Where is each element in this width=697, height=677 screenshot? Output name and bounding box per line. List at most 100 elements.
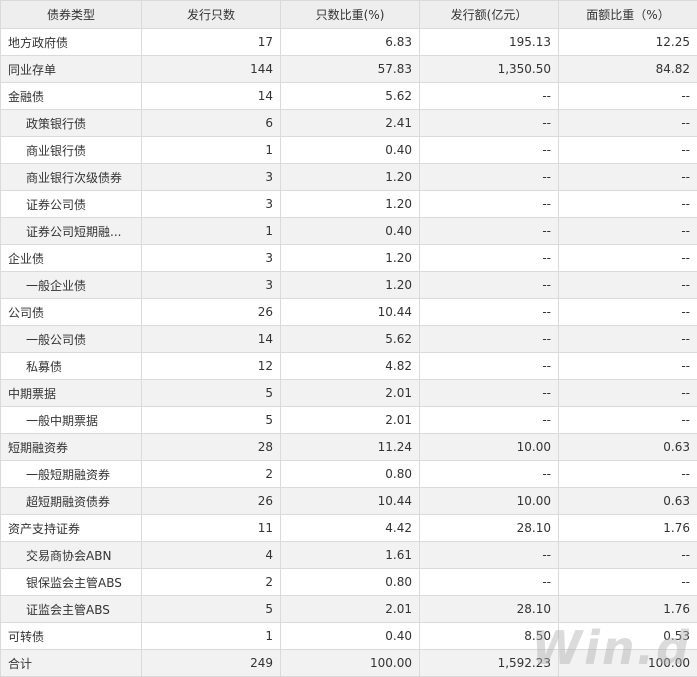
header-amount-share[interactable]: 面额比重（%）: [558, 0, 697, 29]
table-row[interactable]: 一般企业债 3 1.20 -- --: [0, 271, 697, 299]
cell-issue-amount: --: [419, 271, 559, 299]
cell-issue-count: 14: [141, 82, 281, 110]
cell-count-share: 0.80: [280, 568, 420, 596]
cell-issue-count: 11: [141, 514, 281, 542]
cell-issue-count: 2: [141, 460, 281, 488]
cell-bond-type: 企业债: [0, 244, 142, 272]
table-row[interactable]: 短期融资券 28 11.24 10.00 0.63: [0, 433, 697, 461]
table-row[interactable]: 商业银行债 1 0.40 -- --: [0, 136, 697, 164]
cell-count-share: 57.83: [280, 55, 420, 83]
table-row[interactable]: 一般公司债 14 5.62 -- --: [0, 325, 697, 353]
cell-count-share: 11.24: [280, 433, 420, 461]
cell-issue-count: 6: [141, 109, 281, 137]
cell-count-share: 10.44: [280, 487, 420, 515]
cell-count-share: 5.62: [280, 325, 420, 353]
cell-bond-type: 同业存单: [0, 55, 142, 83]
cell-issue-count: 1: [141, 622, 281, 650]
cell-bond-type: 证券公司短期融...: [0, 217, 142, 245]
cell-issue-amount: --: [419, 190, 559, 218]
cell-issue-amount: --: [419, 379, 559, 407]
cell-amount-share: --: [558, 352, 697, 380]
cell-amount-share: --: [558, 325, 697, 353]
cell-bond-type: 地方政府债: [0, 28, 142, 56]
table-row[interactable]: 银保监会主管ABS 2 0.80 -- --: [0, 568, 697, 596]
table-row[interactable]: 公司债 26 10.44 -- --: [0, 298, 697, 326]
cell-issue-amount: --: [419, 82, 559, 110]
cell-count-share: 5.62: [280, 82, 420, 110]
cell-amount-share: --: [558, 163, 697, 191]
table-row[interactable]: 政策银行债 6 2.41 -- --: [0, 109, 697, 137]
cell-issue-amount: --: [419, 163, 559, 191]
table-row[interactable]: 可转债 1 0.40 8.50 0.53: [0, 622, 697, 650]
header-issue-count[interactable]: 发行只数: [141, 0, 281, 29]
cell-issue-count: 3: [141, 271, 281, 299]
bond-issuance-table: 债券类型 发行只数 只数比重(%) 发行额(亿元） 面额比重（%） 地方政府债 1…: [0, 0, 697, 677]
cell-bond-type: 商业银行次级债券: [0, 163, 142, 191]
cell-issue-count: 5: [141, 406, 281, 434]
table-row[interactable]: 金融债 14 5.62 -- --: [0, 82, 697, 110]
cell-issue-count: 1: [141, 136, 281, 164]
cell-amount-share: --: [558, 460, 697, 488]
cell-amount-share: 1.76: [558, 514, 697, 542]
table-row[interactable]: 中期票据 5 2.01 -- --: [0, 379, 697, 407]
cell-issue-amount: --: [419, 406, 559, 434]
header-count-share[interactable]: 只数比重(%): [280, 0, 420, 29]
cell-issue-count: 3: [141, 163, 281, 191]
table-row[interactable]: 地方政府债 17 6.83 195.13 12.25: [0, 28, 697, 56]
cell-bond-type: 中期票据: [0, 379, 142, 407]
table-row[interactable]: 合计 249 100.00 1,592.23 100.00: [0, 649, 697, 677]
cell-issue-count: 17: [141, 28, 281, 56]
cell-count-share: 4.42: [280, 514, 420, 542]
cell-issue-count: 28: [141, 433, 281, 461]
cell-count-share: 1.20: [280, 190, 420, 218]
cell-bond-type: 银保监会主管ABS: [0, 568, 142, 596]
cell-bond-type: 一般公司债: [0, 325, 142, 353]
cell-issue-amount: --: [419, 298, 559, 326]
cell-issue-count: 3: [141, 190, 281, 218]
table-row[interactable]: 商业银行次级债券 3 1.20 -- --: [0, 163, 697, 191]
cell-bond-type: 证券公司债: [0, 190, 142, 218]
cell-count-share: 2.41: [280, 109, 420, 137]
cell-bond-type: 商业银行债: [0, 136, 142, 164]
table-row[interactable]: 同业存单 144 57.83 1,350.50 84.82: [0, 55, 697, 83]
table-row[interactable]: 证监会主管ABS 5 2.01 28.10 1.76: [0, 595, 697, 623]
cell-amount-share: --: [558, 379, 697, 407]
cell-count-share: 1.20: [280, 271, 420, 299]
cell-issue-amount: --: [419, 541, 559, 569]
cell-count-share: 2.01: [280, 406, 420, 434]
table-row[interactable]: 私募债 12 4.82 -- --: [0, 352, 697, 380]
cell-amount-share: --: [558, 406, 697, 434]
cell-count-share: 2.01: [280, 595, 420, 623]
header-issue-amount[interactable]: 发行额(亿元）: [419, 0, 559, 29]
cell-issue-count: 4: [141, 541, 281, 569]
cell-amount-share: 0.63: [558, 487, 697, 515]
header-bond-type[interactable]: 债券类型: [0, 0, 142, 29]
cell-amount-share: 100.00: [558, 649, 697, 677]
cell-count-share: 1.20: [280, 163, 420, 191]
cell-issue-count: 26: [141, 487, 281, 515]
cell-amount-share: 1.76: [558, 595, 697, 623]
table-row[interactable]: 超短期融资债券 26 10.44 10.00 0.63: [0, 487, 697, 515]
cell-issue-amount: 10.00: [419, 433, 559, 461]
table-row[interactable]: 企业债 3 1.20 -- --: [0, 244, 697, 272]
table-row[interactable]: 证券公司短期融... 1 0.40 -- --: [0, 217, 697, 245]
table-row[interactable]: 交易商协会ABN 4 1.61 -- --: [0, 541, 697, 569]
cell-bond-type: 交易商协会ABN: [0, 541, 142, 569]
table-row[interactable]: 一般短期融资券 2 0.80 -- --: [0, 460, 697, 488]
cell-amount-share: --: [558, 109, 697, 137]
table-row[interactable]: 一般中期票据 5 2.01 -- --: [0, 406, 697, 434]
cell-count-share: 0.40: [280, 136, 420, 164]
cell-count-share: 0.40: [280, 217, 420, 245]
table-row[interactable]: 资产支持证券 11 4.42 28.10 1.76: [0, 514, 697, 542]
cell-issue-amount: 10.00: [419, 487, 559, 515]
cell-bond-type: 合计: [0, 649, 142, 677]
cell-issue-amount: --: [419, 136, 559, 164]
cell-count-share: 2.01: [280, 379, 420, 407]
cell-bond-type: 一般企业债: [0, 271, 142, 299]
cell-amount-share: --: [558, 298, 697, 326]
cell-amount-share: --: [558, 136, 697, 164]
cell-count-share: 1.61: [280, 541, 420, 569]
table-row[interactable]: 证券公司债 3 1.20 -- --: [0, 190, 697, 218]
cell-bond-type: 可转债: [0, 622, 142, 650]
cell-amount-share: --: [558, 217, 697, 245]
